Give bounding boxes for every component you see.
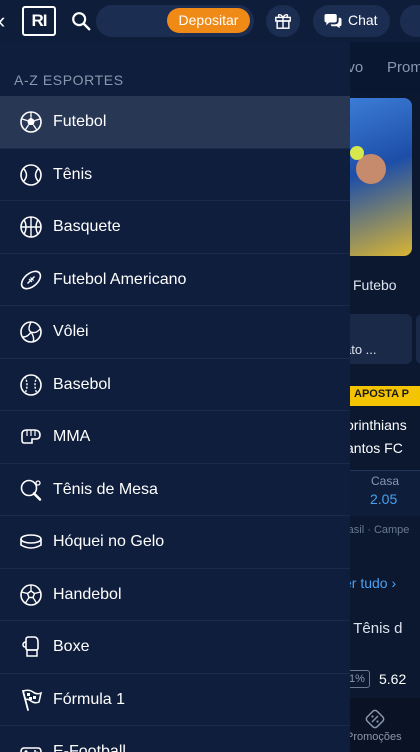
deposit-button[interactable]: Depositar [167,8,250,33]
background-sport-chip[interactable]: Futebo [353,277,397,293]
sport-item-6[interactable]: MMA [0,411,350,464]
boxing-glove-icon [22,636,39,657]
banner-ball-image [350,146,364,160]
volleyball-icon [20,321,42,343]
sport-item-10[interactable]: Boxe [0,621,350,674]
sport-item-label: Futebol Americano [53,270,187,288]
background-card-text: ato ... [350,342,377,357]
sport-item-9[interactable]: Handebol [0,569,350,621]
sport-item-7[interactable]: Tênis de Mesa [0,464,350,516]
drawer-title: A-Z ESPORTES [14,72,124,88]
sport-item-label: Tênis [53,165,93,183]
gift-icon [275,14,291,29]
back-chevron-icon[interactable]: ‹ [0,8,10,34]
sport-item-1[interactable]: Tênis [0,149,350,201]
user-avatar-button[interactable] [400,5,420,37]
table-tennis-paddle-icon [20,479,42,501]
chat-bubble-icon [324,13,342,29]
sport-item-11[interactable]: Fórmula 1 [0,674,350,726]
top-bar: ‹ RI Depositar Chat [0,0,420,42]
background-tab-promo[interactable]: Prom [387,59,420,76]
sport-item-label: Handebol [53,585,122,603]
promo-strip-text: APOSTA P [354,388,410,400]
tennis-ball-icon [20,163,42,186]
match-team-home: orinthians [350,417,407,433]
sport-item-label: Basebol [53,375,111,393]
promotions-icon[interactable] [365,709,385,729]
odd-value-secondary: 5.62 [379,671,407,687]
sport-item-label: Boxe [53,638,90,655]
sport-item-12[interactable]: E-Football [0,726,350,752]
sport-item-5[interactable]: Basebol [0,359,350,411]
gift-button[interactable] [266,5,300,37]
bottom-nav [350,698,420,752]
see-all-link[interactable]: er tudo › [350,575,396,591]
sport-item-8[interactable]: Hóquei no Gelo [0,516,350,569]
background-sport-tabs[interactable]: l Tênis d [350,620,402,637]
american-football-icon [20,270,42,289]
background-page: ivo Prom Futebo ato ... APOSTA P orinthi… [350,42,420,752]
sport-item-label: MMA [53,428,91,445]
racing-flag-icon [22,688,43,711]
match-team-away: antos FC [350,440,403,456]
hockey-puck-icon [20,534,42,549]
chat-button[interactable]: Chat [313,5,390,37]
sport-item-2[interactable]: Basquete [0,201,350,254]
bottom-nav-promotions-label[interactable]: Promoções [350,731,402,743]
odd-label: Casa [371,474,400,488]
league-label: rasil · Campe [350,524,410,536]
sport-item-label: Hóquei no Gelo [53,533,165,550]
sport-item-4[interactable]: Vôlei [0,306,350,359]
sport-item-label: E-Football [53,743,126,752]
sport-item-label: Fórmula 1 [53,690,126,708]
sport-item-0[interactable]: Futebol [0,96,350,149]
odd-value: 2.05 [370,491,398,507]
background-tab-live[interactable]: ivo [350,59,363,76]
search-icon[interactable] [70,10,92,32]
esports-controller-icon [20,747,42,752]
sports-drawer: A-Z ESPORTES Futebol Tênis Basquete Futebol… [0,42,350,752]
chat-label: Chat [348,12,378,28]
sport-item-label: Vôlei [53,323,89,340]
mma-glove-icon [21,429,41,444]
sport-item-label: Tênis de Mesa [53,480,158,498]
sport-item-label: Futebol [53,113,107,130]
percent-badge: 1% [350,670,370,688]
soccer-ball-icon [20,111,42,133]
brand-logo[interactable]: RI [22,6,56,36]
basketball-icon [20,216,42,238]
sport-list: Futebol Tênis Basquete Futebol Americano Vôl… [0,96,350,752]
sport-item-3[interactable]: Futebol Americano [0,254,350,306]
baseball-icon [20,373,42,396]
sport-item-label: Basquete [53,218,121,235]
handball-icon [20,583,42,606]
background-card-next[interactable] [416,314,420,364]
